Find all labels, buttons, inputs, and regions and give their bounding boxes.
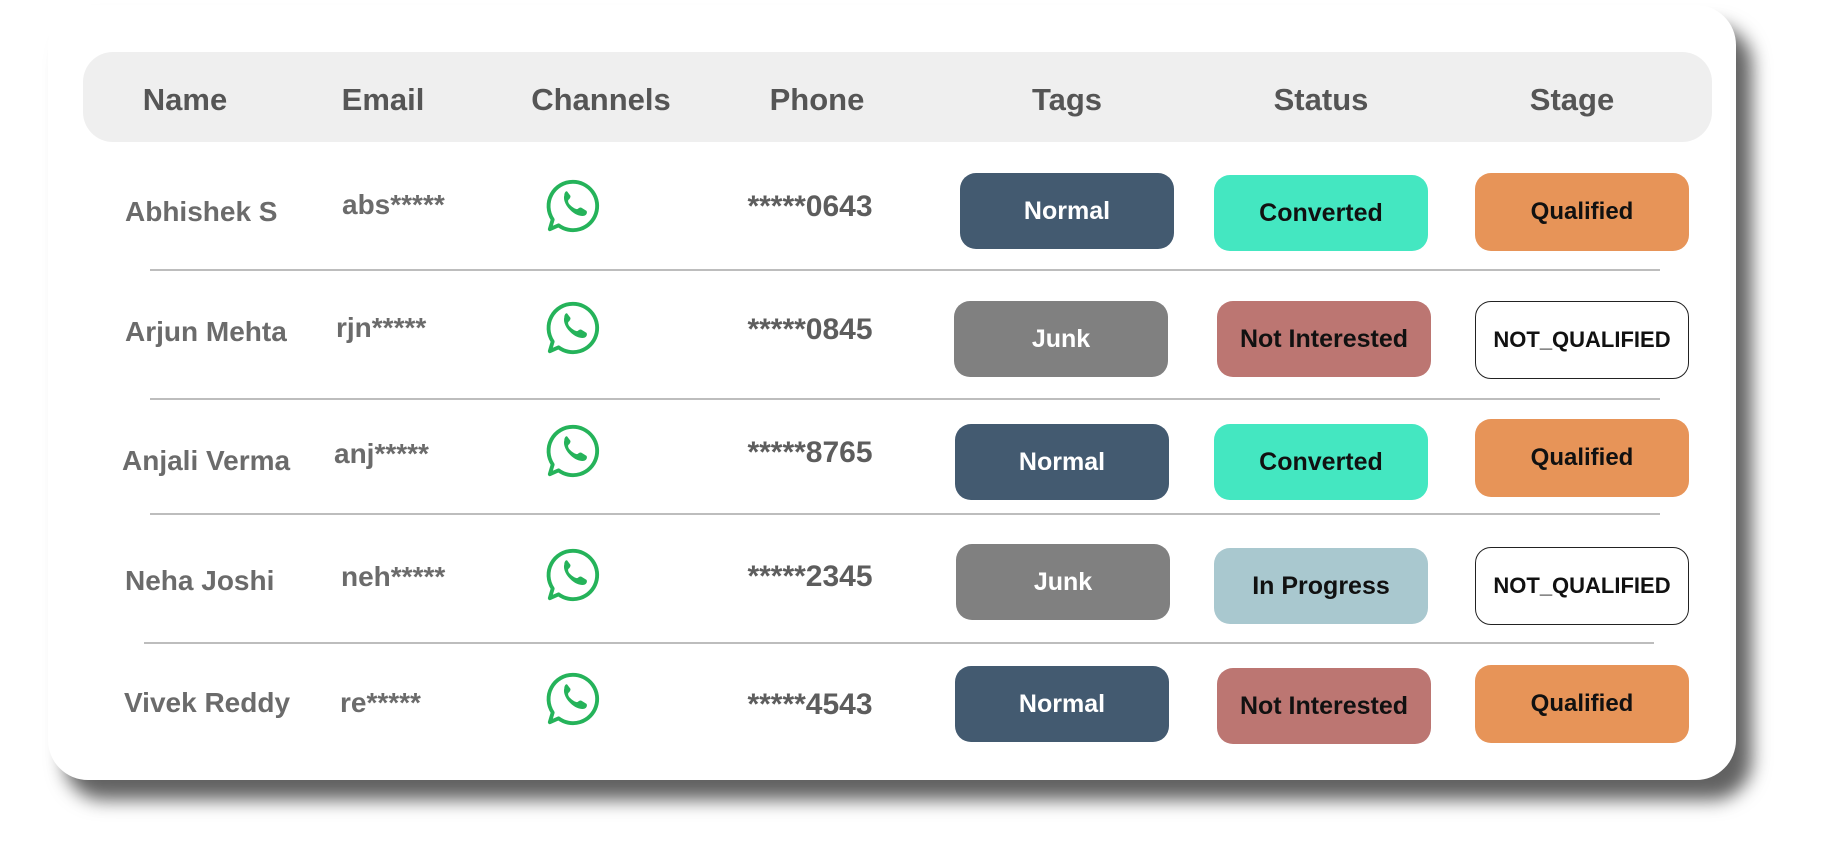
lead-phone: *****0643 bbox=[747, 190, 873, 223]
lead-name[interactable]: Vivek Reddy bbox=[124, 687, 290, 719]
whatsapp-icon[interactable] bbox=[544, 546, 602, 604]
lead-phone: *****2345 bbox=[747, 560, 873, 593]
lead-phone: *****4543 bbox=[747, 688, 873, 721]
lead-email: neh***** bbox=[341, 561, 446, 592]
column-header-status[interactable]: Status bbox=[1274, 52, 1369, 142]
stage-badge[interactable]: Qualified bbox=[1475, 173, 1689, 251]
status-badge[interactable]: Not Interested bbox=[1217, 668, 1431, 744]
lead-name[interactable]: Abhishek S bbox=[125, 196, 277, 228]
column-header-name[interactable]: Name bbox=[143, 52, 227, 142]
tag-badge[interactable]: Junk bbox=[954, 301, 1168, 377]
lead-email: abs***** bbox=[342, 189, 445, 220]
lead-name[interactable]: Anjali Verma bbox=[122, 445, 290, 477]
lead-email: rjn***** bbox=[336, 312, 427, 343]
column-header-channels[interactable]: Channels bbox=[531, 52, 671, 142]
tag-badge[interactable]: Normal bbox=[955, 424, 1169, 500]
column-header-email[interactable]: Email bbox=[342, 52, 425, 142]
lead-email: anj***** bbox=[334, 438, 429, 469]
lead-name[interactable]: Neha Joshi bbox=[125, 565, 274, 597]
lead-phone: *****0845 bbox=[747, 313, 873, 346]
stage-badge[interactable]: Qualified bbox=[1475, 419, 1689, 497]
status-badge[interactable]: Converted bbox=[1214, 175, 1428, 251]
whatsapp-icon[interactable] bbox=[544, 177, 602, 235]
stage-badge[interactable]: NOT_QUALIFIED bbox=[1475, 301, 1689, 379]
whatsapp-icon[interactable] bbox=[544, 299, 602, 357]
tag-badge[interactable]: Junk bbox=[956, 544, 1170, 620]
row-divider bbox=[150, 398, 1660, 400]
row-divider bbox=[144, 642, 1654, 644]
lead-name[interactable]: Arjun Mehta bbox=[125, 316, 287, 348]
row-divider bbox=[150, 513, 1660, 515]
lead-phone: *****8765 bbox=[747, 436, 873, 469]
column-header-stage[interactable]: Stage bbox=[1530, 52, 1614, 142]
status-badge[interactable]: Not Interested bbox=[1217, 301, 1431, 377]
stage-badge[interactable]: NOT_QUALIFIED bbox=[1475, 547, 1689, 625]
tag-badge[interactable]: Normal bbox=[955, 666, 1169, 742]
lead-email: re***** bbox=[340, 687, 421, 718]
table-header bbox=[83, 52, 1712, 142]
status-badge[interactable]: In Progress bbox=[1214, 548, 1428, 624]
status-badge[interactable]: Converted bbox=[1214, 424, 1428, 500]
column-header-tags[interactable]: Tags bbox=[1032, 52, 1102, 142]
column-header-phone[interactable]: Phone bbox=[770, 52, 865, 142]
whatsapp-icon[interactable] bbox=[544, 422, 602, 480]
whatsapp-icon[interactable] bbox=[544, 670, 602, 728]
row-divider bbox=[150, 269, 1660, 271]
tag-badge[interactable]: Normal bbox=[960, 173, 1174, 249]
stage-badge[interactable]: Qualified bbox=[1475, 665, 1689, 743]
